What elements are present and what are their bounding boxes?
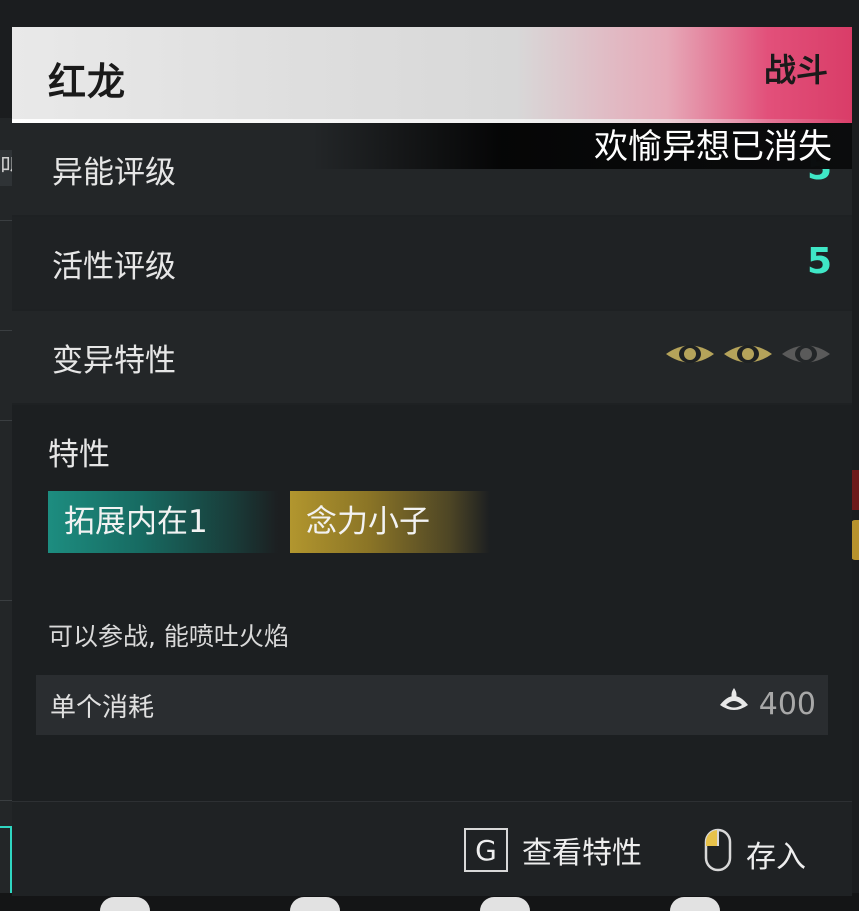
background-figure — [670, 897, 720, 911]
type-badge: 战斗 — [763, 51, 828, 89]
action-bar: G 查看特性 存入 — [12, 801, 852, 896]
background-decoration — [851, 470, 859, 510]
eye-icon — [664, 341, 716, 367]
panel-header: 红龙 战斗 — [12, 27, 852, 123]
cost-amount: 400 — [758, 686, 816, 722]
traits-heading: 特性 — [48, 437, 110, 473]
mutation-row: 变异特性 — [12, 311, 852, 403]
store-button[interactable]: 存入 — [704, 828, 806, 880]
stat-row-activity: 活性评级 5 — [12, 217, 852, 309]
cost-label: 单个消耗 — [50, 693, 155, 723]
eye-icon — [722, 341, 774, 367]
background-decoration — [851, 520, 859, 560]
creature-name: 红龙 — [48, 60, 127, 104]
stat-label: 异能评级 — [52, 155, 176, 191]
stat-label: 活性评级 — [52, 249, 176, 285]
store-label: 存入 — [746, 840, 806, 875]
trait-chip[interactable]: 念力小子 — [290, 491, 490, 553]
background-figure — [480, 897, 530, 911]
background-figure — [290, 897, 340, 911]
creature-info-panel: 红龙 战斗 异能评级 5 欢愉异想已消失 活性评级 5 变异特性 特性 拓展内在… — [12, 27, 852, 896]
stat-value: 5 — [806, 241, 832, 282]
currency-icon — [717, 685, 751, 723]
mouse-left-icon — [704, 828, 732, 880]
trait-chip[interactable]: 拓展内在1 — [48, 491, 278, 553]
view-traits-label: 查看特性 — [522, 836, 642, 871]
cost-value-group: 400 — [717, 685, 816, 723]
cost-row: 单个消耗 400 — [36, 675, 828, 735]
keyboard-g-icon: G — [464, 828, 508, 872]
view-traits-button[interactable]: G 查看特性 — [464, 828, 642, 872]
eye-icon-inactive — [780, 341, 832, 367]
traits-section: 特性 拓展内在1 念力小子 可以参战, 能喷吐火焰 单个消耗 400 — [12, 405, 852, 801]
background-figure — [100, 897, 150, 911]
mutation-label: 变异特性 — [52, 343, 176, 379]
status-message: 欢愉异想已消失 — [594, 127, 832, 167]
mutation-eyes — [664, 341, 832, 367]
creature-description: 可以参战, 能喷吐火焰 — [48, 622, 289, 651]
